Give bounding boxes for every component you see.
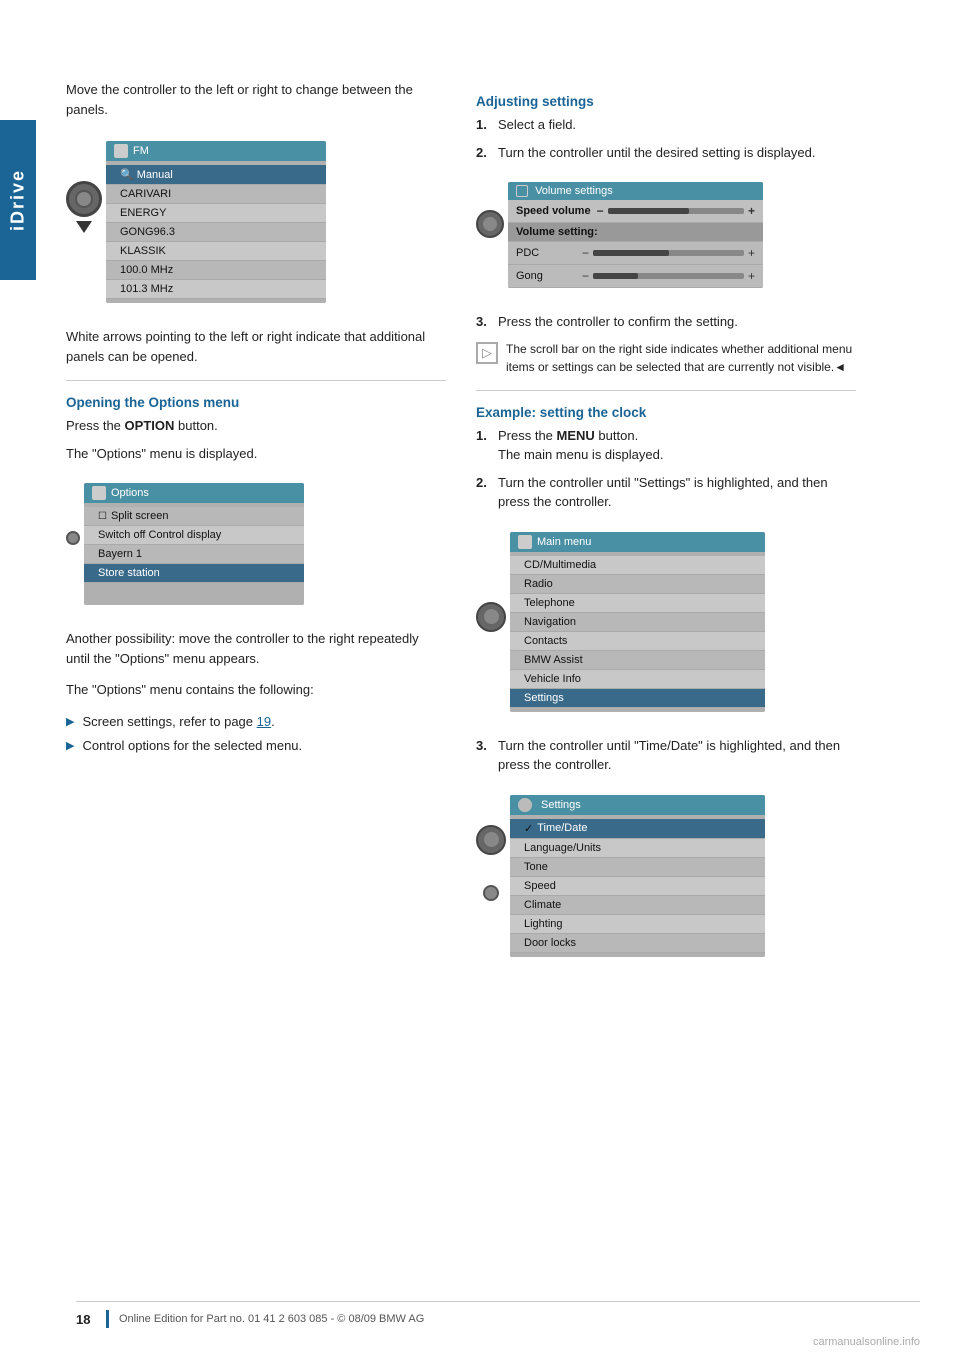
main-menu-controller <box>476 542 506 632</box>
settings-controller <box>476 805 506 901</box>
section-divider-2 <box>476 390 856 391</box>
page-footer: 18 Online Edition for Part no. 01 41 2 6… <box>76 1301 920 1328</box>
page-bar <box>106 1310 109 1328</box>
volume-screen-area: Volume settings Speed volume − + <box>476 172 856 300</box>
menu-contacts: Contacts <box>510 632 765 651</box>
main-menu-header: Main menu <box>510 532 765 552</box>
volume-controller <box>476 192 504 238</box>
speed-volume-bar <box>608 208 744 214</box>
options-icon <box>92 486 106 500</box>
page-number: 18 <box>76 1312 106 1327</box>
options-row-store: Store station <box>84 564 304 583</box>
settings-tone: Tone <box>510 858 765 877</box>
menu-vehicle-info: Vehicle Info <box>510 670 765 689</box>
volume-screen: Volume settings Speed volume − + <box>508 182 763 288</box>
settings-body: ✓ Time/Date Language/Units Tone Speed Cl… <box>510 815 765 957</box>
volume-section-label: Volume setting: <box>508 223 763 242</box>
menu-cd: CD/Multimedia <box>510 556 765 575</box>
bullet-control-options: ▶ Control options for the selected menu. <box>66 736 446 756</box>
volume-icon <box>516 185 528 197</box>
options-heading: Opening the Options menu <box>66 395 446 410</box>
options-screen-header: Options <box>84 483 304 503</box>
main-menu-screen: Main menu CD/Multimedia Radio Telephone … <box>510 532 765 712</box>
bullet-screen-settings: ▶ Screen settings, refer to page 19. <box>66 712 446 732</box>
volume-header: Volume settings <box>508 182 763 200</box>
options-step2: The "Options" menu is displayed. <box>66 444 446 464</box>
settings-speed: Speed <box>510 877 765 896</box>
fm-screen: FM 🔍 Manual CARIVARI ENERGY GONG96.3 KLA… <box>106 141 326 303</box>
footer-text: Online Edition for Part no. 01 41 2 603 … <box>119 1313 424 1325</box>
main-menu-body: CD/Multimedia Radio Telephone Navigation… <box>510 552 765 712</box>
volume-gong-row: Gong − + <box>508 265 763 288</box>
right-column: Adjusting settings 1. Select a field. 2.… <box>476 80 856 981</box>
section-divider <box>66 380 446 381</box>
menu-icon <box>518 535 532 549</box>
settings-lighting: Lighting <box>510 915 765 934</box>
menu-bmw-assist: BMW Assist <box>510 651 765 670</box>
settings-language: Language/Units <box>510 839 765 858</box>
options-step1: Press the OPTION button. <box>66 416 446 436</box>
example-step2: 2. Turn the controller until "Settings" … <box>476 473 856 512</box>
options-row-split: ☐ Split screen <box>84 507 304 526</box>
settings-climate: Climate <box>510 896 765 915</box>
adjusting-heading: Adjusting settings <box>476 94 856 109</box>
fm-screen-area: FM 🔍 Manual CARIVARI ENERGY GONG96.3 KLA… <box>66 131 446 315</box>
options-row-switch: Switch off Control display <box>84 526 304 545</box>
gong-bar <box>593 273 744 279</box>
menu-radio: Radio <box>510 575 765 594</box>
fm-icon <box>114 144 128 158</box>
options-screen-area: Options ☐ Split screen Switch off Contro… <box>66 473 446 617</box>
fm-screen-header: FM <box>106 141 326 161</box>
left-column: Move the controller to the left or right… <box>66 80 446 981</box>
note-box: ▷ The scroll bar on the right side indic… <box>476 340 856 376</box>
volume-speed-row: Speed volume − + <box>508 200 763 223</box>
contains-text: The "Options" menu contains the followin… <box>66 680 446 700</box>
bullet-arrow-2: ▶ <box>66 738 74 755</box>
page: iDrive Move the controller to the left o… <box>0 0 960 1358</box>
fm-row-101mhz: 101.3 MHz <box>106 280 326 299</box>
example-heading: Example: setting the clock <box>476 405 856 420</box>
scroll-indicator-icon: ▷ <box>476 342 498 364</box>
step3-confirm: 3. Press the controller to confirm the s… <box>476 312 856 332</box>
menu-telephone: Telephone <box>510 594 765 613</box>
fm-row-carivari: CARIVARI <box>106 185 326 204</box>
fm-row-klassik: KLASSIK <box>106 242 326 261</box>
options-screen: Options ☐ Split screen Switch off Contro… <box>84 483 304 605</box>
settings-gear-icon <box>518 798 532 812</box>
volume-pdc-row: PDC − + <box>508 242 763 265</box>
options-screen-body: ☐ Split screen Switch off Control displa… <box>84 503 304 605</box>
adjusting-step1: 1. Select a field. <box>476 115 856 135</box>
arrows-text: White arrows pointing to the left or rig… <box>66 327 446 366</box>
fm-row-100mhz: 100.0 MHz <box>106 261 326 280</box>
another-text: Another possibility: move the controller… <box>66 629 446 668</box>
fm-row-manual: 🔍 Manual <box>106 165 326 185</box>
link-page19[interactable]: 19 <box>257 714 271 729</box>
menu-navigation: Navigation <box>510 613 765 632</box>
options-controller <box>66 493 80 545</box>
intro-text: Move the controller to the left or right… <box>66 80 446 119</box>
settings-screen-area: Settings ✓ Time/Date Language/Units Tone… <box>476 785 856 969</box>
adjusting-step2: 2. Turn the controller until the desired… <box>476 143 856 163</box>
options-row-bayern: Bayern 1 <box>84 545 304 564</box>
settings-doorlocks: Door locks <box>510 934 765 953</box>
left-controller <box>66 151 102 236</box>
main-menu-screen-area: Main menu CD/Multimedia Radio Telephone … <box>476 522 856 724</box>
example-step1: 1. Press the MENU button.The main menu i… <box>476 426 856 465</box>
watermark: carmanualsonline.info <box>813 1336 920 1348</box>
fm-row-energy: ENERGY <box>106 204 326 223</box>
step3-clock: 3. Turn the controller until "Time/Date"… <box>476 736 856 775</box>
settings-screen: Settings ✓ Time/Date Language/Units Tone… <box>510 795 765 957</box>
fm-row-gong: GONG96.3 <box>106 223 326 242</box>
settings-header: Settings <box>510 795 765 815</box>
fm-screen-body: 🔍 Manual CARIVARI ENERGY GONG96.3 KLASSI… <box>106 161 326 303</box>
idrive-label: iDrive <box>0 120 36 280</box>
settings-timedate: ✓ Time/Date <box>510 819 765 839</box>
menu-settings: Settings <box>510 689 765 708</box>
pdc-bar <box>593 250 744 256</box>
bullet-arrow-1: ▶ <box>66 714 74 731</box>
